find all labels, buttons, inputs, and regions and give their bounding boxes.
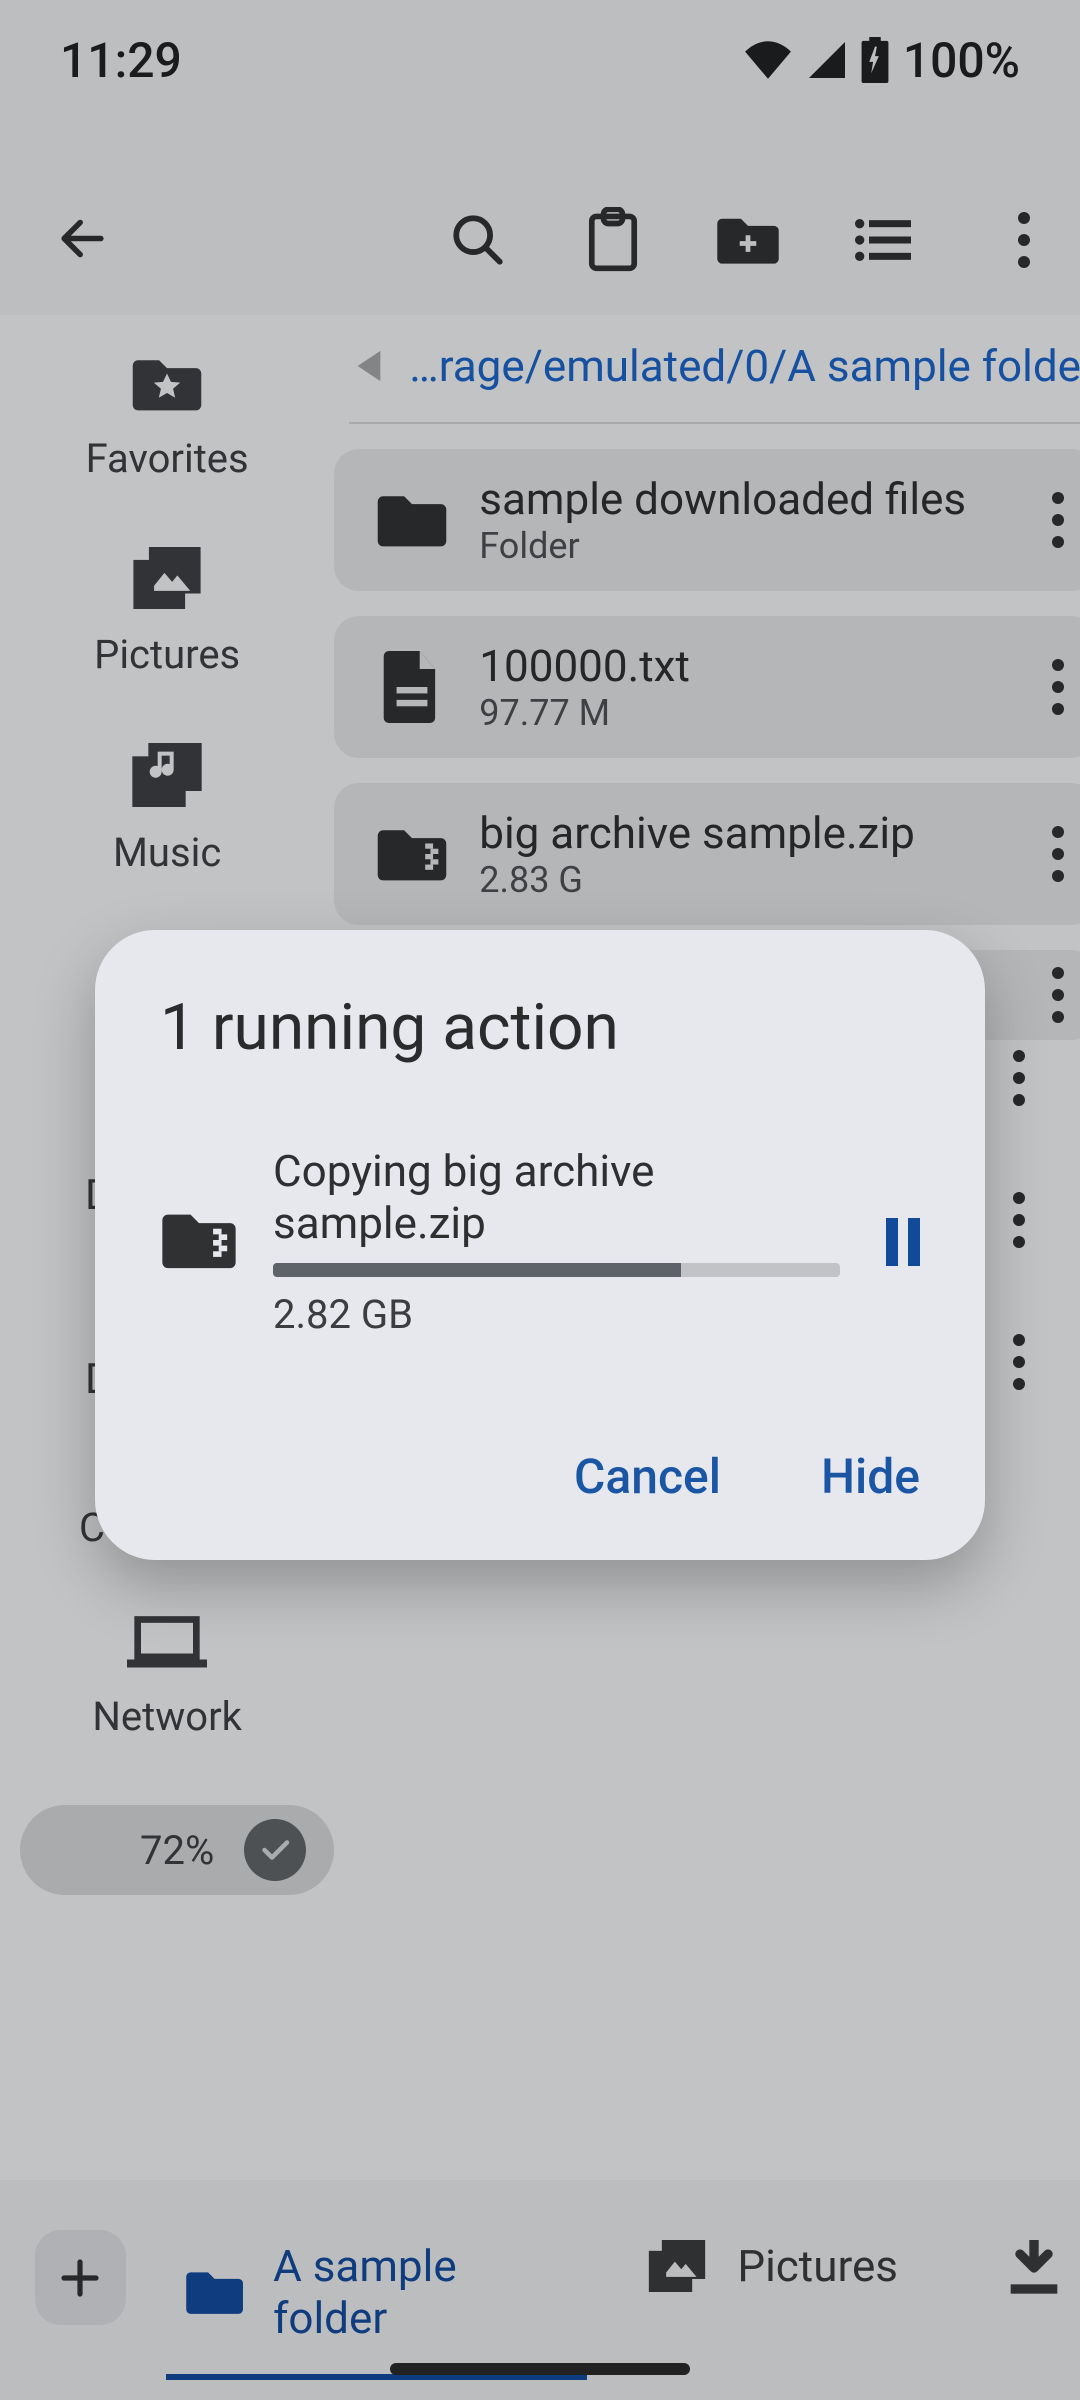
dialog-task-row: Copying big archive sample.zip 2.82 GB	[160, 1145, 930, 1338]
pause-button[interactable]	[875, 1218, 930, 1266]
hide-button[interactable]: Hide	[821, 1448, 920, 1505]
task-progress-bar	[273, 1263, 840, 1277]
dialog-title: 1 running action	[160, 990, 930, 1065]
running-actions-dialog: 1 running action Copying big archive sam…	[95, 930, 985, 1560]
pause-icon	[886, 1218, 920, 1266]
task-description: Copying big archive sample.zip	[273, 1145, 840, 1249]
cancel-button[interactable]: Cancel	[574, 1448, 721, 1505]
task-size: 2.82 GB	[273, 1291, 840, 1338]
folder-zip-icon	[160, 1209, 238, 1271]
